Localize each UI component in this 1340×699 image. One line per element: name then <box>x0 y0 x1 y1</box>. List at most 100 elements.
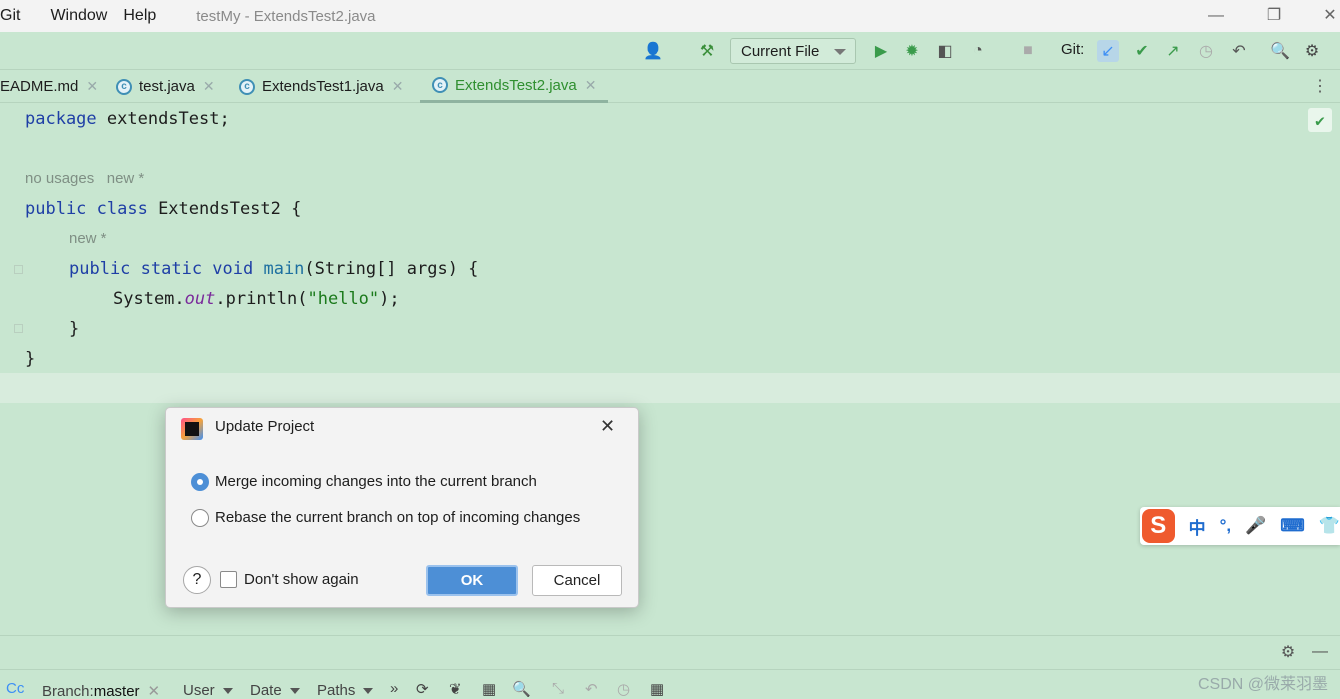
microphone-icon[interactable]: 🎤 <box>1245 516 1266 536</box>
window-title: testMy - ExtendsTest2.java <box>196 7 376 25</box>
code-text: System. <box>113 289 185 309</box>
code-text: ); <box>379 289 400 309</box>
tab-extendstest2[interactable]: c ExtendsTest2.java ✕ <box>420 70 609 103</box>
rollback-icon[interactable]: ↶ <box>1228 40 1250 62</box>
ime-chinese-mode[interactable]: 中 <box>1189 514 1206 539</box>
tab-test-java[interactable]: c test.java ✕ <box>116 70 215 103</box>
minimize-button[interactable]: — <box>1204 4 1228 28</box>
user-icon[interactable]: 👤 <box>642 40 664 62</box>
close-icon[interactable]: ✕ <box>392 78 404 95</box>
close-window-button[interactable]: ✕ <box>1318 4 1340 28</box>
menu-git[interactable]: Git <box>0 7 20 25</box>
radio-rebase-label[interactable]: Rebase the current branch on top of inco… <box>215 509 580 526</box>
git-commit-icon[interactable]: ✔ <box>1131 40 1153 62</box>
chevron-down-icon <box>289 687 300 694</box>
inlay-hint[interactable]: no usages new * <box>25 170 144 187</box>
ime-logo[interactable]: S <box>1142 509 1175 543</box>
paths-filter-label: Paths <box>317 682 356 699</box>
debug-icon[interactable]: ✹ <box>901 40 923 62</box>
run-configuration-dropdown[interactable]: Current File <box>730 38 856 64</box>
tab-label: ExtendsTest1.java <box>262 78 384 95</box>
code-text: extendsTest; <box>96 109 230 129</box>
more-options-icon[interactable]: ⋮ <box>1309 75 1331 97</box>
tool-window-header: ⚙ — <box>0 636 1340 669</box>
user-filter[interactable]: User <box>183 682 233 699</box>
paths-filter[interactable]: Paths <box>317 682 374 699</box>
build-hammer-icon[interactable]: ⚒ <box>696 40 718 62</box>
profile-icon[interactable]: ◔ <box>967 40 989 62</box>
code-line-1: package extendsTest; <box>25 109 230 129</box>
history-icon[interactable]: ◷ <box>1195 40 1217 62</box>
ime-punctuation[interactable]: °, <box>1220 516 1232 536</box>
refresh-icon[interactable]: ⟳ <box>416 680 429 698</box>
code-line-2: public class ExtendsTest2 { <box>25 199 301 219</box>
ok-button[interactable]: OK <box>426 565 518 596</box>
close-icon[interactable]: ✕ <box>585 77 597 94</box>
collapse-icon[interactable]: ⤡ <box>552 680 564 697</box>
dont-show-again-label[interactable]: Don't show again <box>244 571 359 588</box>
intellij-logo-icon <box>181 418 203 440</box>
code-text: (String[] args) { <box>304 259 479 279</box>
chevron-down-icon <box>222 687 233 694</box>
hide-panel-icon[interactable]: — <box>1309 641 1331 663</box>
more-filters-icon[interactable]: » <box>390 680 398 697</box>
date-filter-label: Date <box>250 682 282 699</box>
cherry-pick-icon[interactable]: ❦ <box>449 680 462 698</box>
current-line-highlight <box>0 373 1340 403</box>
run-icon[interactable]: ▶ <box>870 40 892 62</box>
string-literal: "hello" <box>307 289 380 309</box>
branch-value: master <box>93 682 140 699</box>
fold-marker-icon[interactable] <box>14 324 23 333</box>
editor-tab-bar: EADME.md ✕ c test.java ✕ c ExtendsTest1.… <box>0 70 1340 103</box>
keyword: public static void <box>69 259 254 279</box>
close-icon[interactable]: ✕ <box>203 78 215 95</box>
code-text: ExtendsTest2 { <box>147 199 302 219</box>
search-icon[interactable]: 🔍 <box>512 680 531 698</box>
inlay-hint[interactable]: new * <box>69 230 107 247</box>
skin-shirt-icon[interactable]: 👕 <box>1319 516 1340 536</box>
settings-gear-icon[interactable]: ⚙ <box>1277 641 1299 663</box>
code-text: .println( <box>215 289 308 309</box>
tool-window-tab[interactable]: Cc <box>6 680 24 697</box>
fold-marker-icon[interactable] <box>14 265 23 274</box>
java-class-icon: c <box>432 77 448 93</box>
radio-merge[interactable] <box>191 473 209 491</box>
date-filter[interactable]: Date <box>250 682 300 699</box>
keyboard-icon[interactable]: ⌨ <box>1280 516 1305 536</box>
branch-filter[interactable]: Branch: master ✕ <box>42 682 160 699</box>
close-icon[interactable]: ✕ <box>86 78 98 95</box>
code-line-6: } <box>25 349 36 369</box>
git-push-icon[interactable]: ↗ <box>1162 40 1184 62</box>
settings-gear-icon[interactable]: ⚙ <box>1301 40 1323 62</box>
keyword: public class <box>25 199 148 219</box>
inspection-ok-icon[interactable]: ✔ <box>1308 108 1332 132</box>
history-icon[interactable]: ◷ <box>617 680 630 698</box>
chevron-down-icon <box>834 49 846 55</box>
git-update-icon[interactable]: ↙ <box>1097 40 1119 62</box>
menu-window[interactable]: Window <box>50 7 107 25</box>
stop-icon[interactable]: ■ <box>1017 40 1039 62</box>
grid-icon[interactable]: ▦ <box>482 680 496 698</box>
layout-icon[interactable]: ▦ <box>650 680 664 698</box>
radio-merge-label[interactable]: Merge incoming changes into the current … <box>215 473 537 490</box>
restore-button[interactable]: ❐ <box>1262 4 1286 28</box>
method-name: main <box>253 259 305 279</box>
cancel-button[interactable]: Cancel <box>532 565 622 596</box>
main-toolbar: 👤 ⚒ Current File ▶ ✹ ◧ ◔ ■ Git: ↙ ✔ ↗ ◷ … <box>0 32 1340 70</box>
tab-label: test.java <box>139 78 195 95</box>
help-button[interactable]: ? <box>183 566 211 594</box>
menu-help[interactable]: Help <box>123 7 156 25</box>
tab-extendstest1[interactable]: c ExtendsTest1.java ✕ <box>239 70 403 103</box>
tab-readme[interactable]: EADME.md ✕ <box>0 70 98 103</box>
java-class-icon: c <box>239 78 255 95</box>
search-icon[interactable]: 🔍 <box>1269 40 1291 62</box>
dont-show-again-checkbox[interactable] <box>220 571 237 588</box>
close-icon[interactable]: ✕ <box>600 416 615 437</box>
close-icon[interactable]: ✕ <box>148 682 161 699</box>
git-label: Git: <box>1061 41 1085 58</box>
tab-label: EADME.md <box>0 78 79 95</box>
coverage-icon[interactable]: ◧ <box>934 40 956 62</box>
undo-icon[interactable]: ↶ <box>585 680 598 698</box>
radio-rebase[interactable] <box>191 509 209 527</box>
keyword: package <box>25 109 97 129</box>
